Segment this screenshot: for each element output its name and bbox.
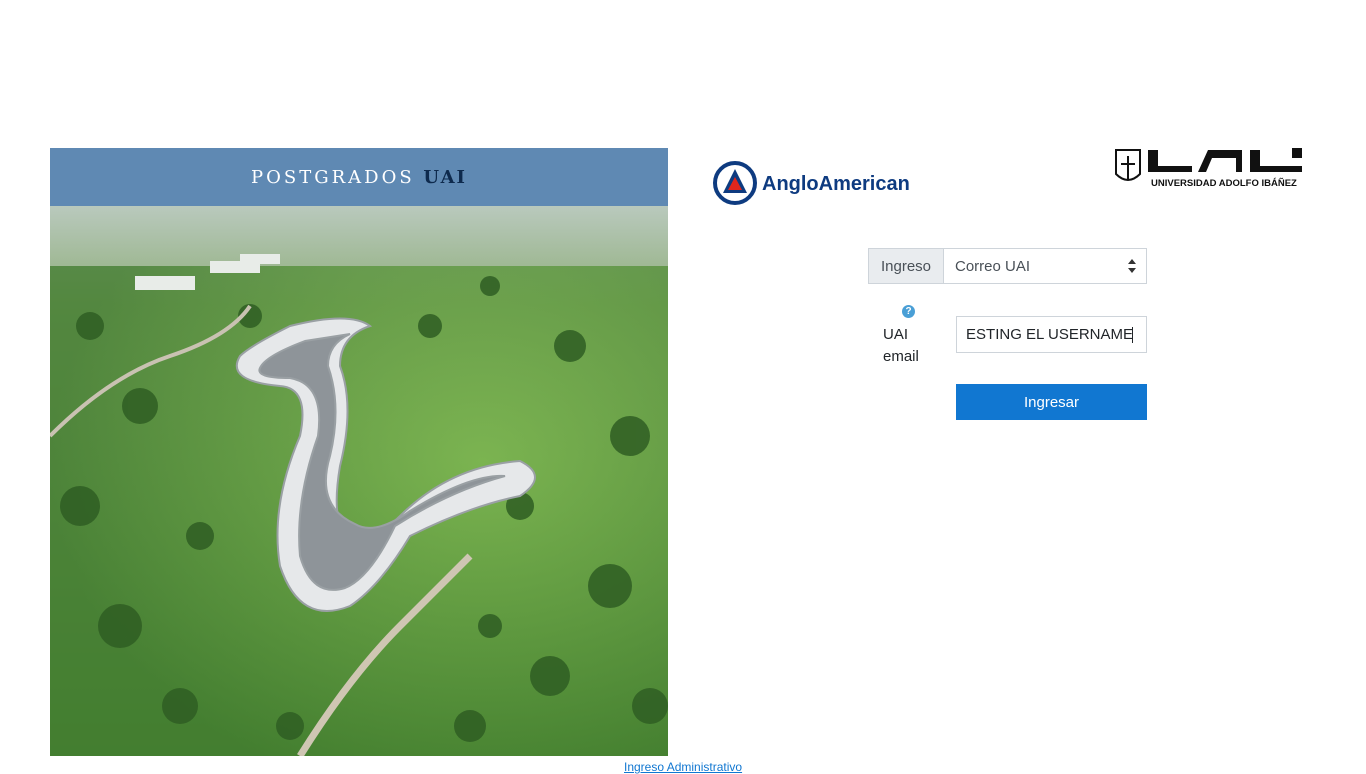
- login-method-select[interactable]: Correo UAI: [943, 248, 1147, 284]
- anglo-american-logo: AngloAmerican: [713, 161, 910, 205]
- campus-aerial-photo: [50, 206, 668, 756]
- anglo-logo-text: AngloAmerican: [762, 173, 910, 195]
- hero-panel: POSTGRADOS UAI: [50, 148, 668, 756]
- help-icon[interactable]: ?: [902, 305, 915, 318]
- uai-university-logo: UNIVERSIDAD ADOLFO IBÁÑEZ: [1115, 148, 1302, 189]
- banner-title: POSTGRADOS UAI: [251, 167, 467, 188]
- select-arrows-icon: [1128, 259, 1136, 273]
- uai-logo-text: UNIVERSIDAD ADOLFO IBÁÑEZ: [1151, 178, 1297, 189]
- text-cursor: [1132, 327, 1133, 343]
- email-field-label: UAI email: [883, 326, 919, 365]
- email-field[interactable]: ESTING EL USERNAME: [956, 316, 1147, 353]
- email-field-value: ESTING EL USERNAME: [966, 326, 1133, 343]
- banner-title-accent: UAI: [423, 166, 467, 188]
- login-method-selected-value: Correo UAI: [955, 257, 1031, 275]
- login-method-label: Ingreso: [868, 248, 943, 284]
- login-submit-button[interactable]: Ingresar: [956, 384, 1147, 420]
- banner-title-main: POSTGRADOS: [251, 166, 415, 188]
- login-method-group: Ingreso Correo UAI: [868, 248, 1147, 284]
- postgrados-banner: POSTGRADOS UAI: [50, 148, 668, 206]
- admin-login-link[interactable]: Ingreso Administrativo: [624, 760, 742, 774]
